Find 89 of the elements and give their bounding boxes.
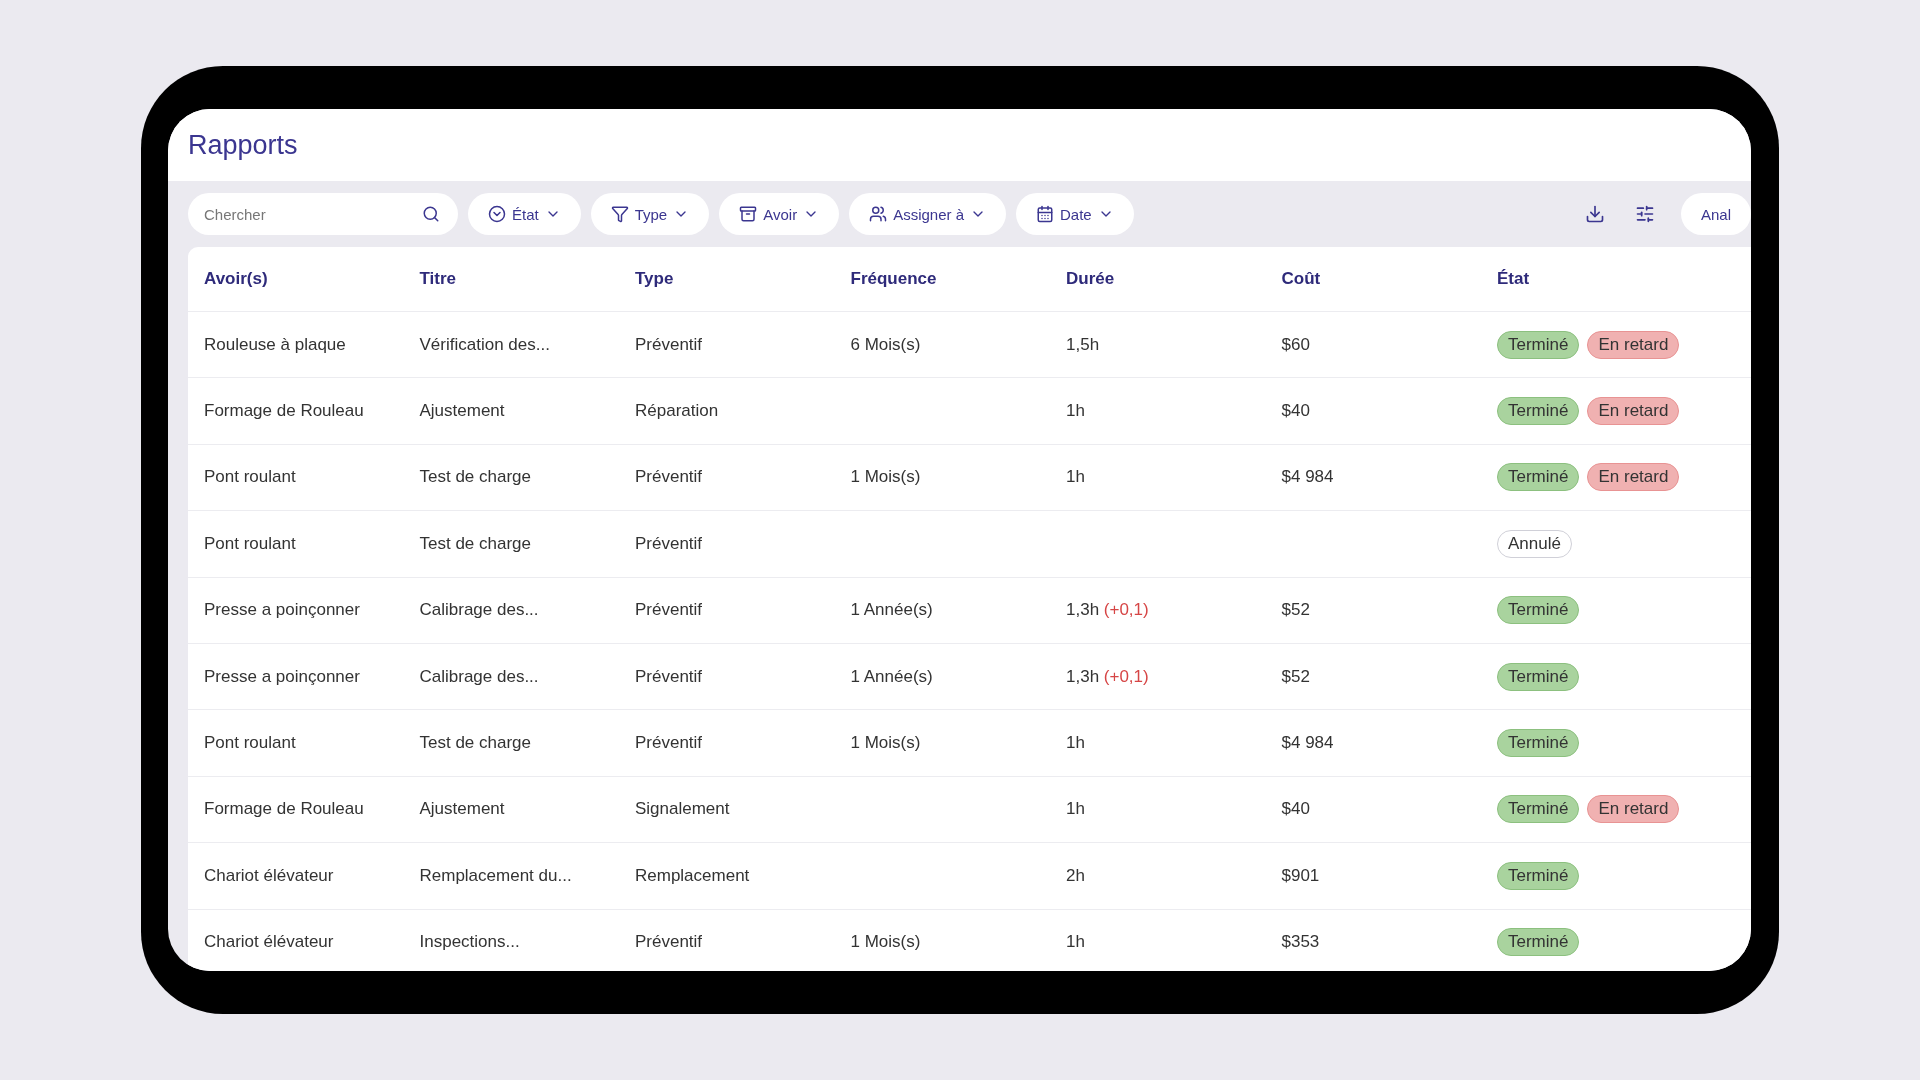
status-tag: Terminé bbox=[1497, 330, 1580, 359]
calendar-icon bbox=[1036, 205, 1054, 223]
circle-chevron-icon bbox=[488, 205, 506, 223]
column-header: Durée bbox=[1066, 269, 1116, 289]
table-cell-text: Test de charge bbox=[419, 467, 532, 488]
table-cell-text: 6 Mois(s) bbox=[850, 334, 922, 355]
status-tag: Terminé bbox=[1497, 861, 1580, 890]
column-header: Avoir(s) bbox=[204, 269, 269, 289]
table-cell-text: Chariot élévateur bbox=[204, 865, 335, 886]
table-cell-text: Presse a poinçonner bbox=[204, 666, 361, 687]
table-cell-text: 1h bbox=[1066, 799, 1086, 820]
table-cell-text: Inspections... bbox=[419, 932, 521, 953]
table-cell-text: Préventif bbox=[635, 600, 704, 621]
filter-icon bbox=[610, 205, 629, 223]
column-header: Titre bbox=[419, 269, 458, 289]
table-cell-text: $40 bbox=[1281, 799, 1311, 820]
table-cell-text: $60 bbox=[1281, 334, 1311, 355]
table-cell-text: Préventif bbox=[635, 733, 704, 754]
table-cell-text: 1 Mois(s) bbox=[850, 733, 922, 754]
table-cell-text: Préventif bbox=[635, 467, 704, 488]
table-cell-text: Test de charge bbox=[419, 733, 532, 754]
table-cell-text: Préventif bbox=[635, 932, 704, 953]
people-icon bbox=[869, 205, 888, 223]
status-tag: En retard bbox=[1587, 463, 1680, 492]
status-tag: Terminé bbox=[1497, 662, 1580, 691]
column-header: Type bbox=[635, 269, 675, 289]
status-tag: Terminé bbox=[1497, 795, 1580, 824]
table-cell-text: $4 984 bbox=[1281, 467, 1335, 488]
status-tag: En retard bbox=[1587, 330, 1680, 359]
table-cell-text: Presse a poinçonner bbox=[204, 600, 361, 621]
search-field[interactable]: Chercher bbox=[188, 193, 458, 235]
table-cell-text: Chariot élévateur bbox=[204, 932, 335, 953]
table-cell-text: Préventif bbox=[635, 334, 704, 355]
table-cell-text: 1h bbox=[1066, 733, 1086, 754]
table-cell-text: 1,3h (+0,1) bbox=[1066, 600, 1150, 621]
table-cell-text: Formage de Rouleau bbox=[204, 401, 365, 422]
column-header: Coût bbox=[1281, 269, 1322, 289]
table-cell-text: 1h bbox=[1066, 467, 1086, 488]
table-cell-text: Test de charge bbox=[419, 533, 532, 554]
table-cell-text: Réparation bbox=[635, 401, 720, 422]
table-cell-text: Pont roulant bbox=[204, 733, 297, 754]
table-cell-text: $901 bbox=[1281, 865, 1321, 886]
table-cell-text: Vérification des... bbox=[419, 334, 551, 355]
table-cell-text: $40 bbox=[1281, 401, 1311, 422]
table-cell-text: Ajustement bbox=[419, 401, 506, 422]
status-tag: Terminé bbox=[1497, 928, 1580, 957]
table-cell-text: 1,5h bbox=[1066, 334, 1101, 355]
status-tag: Annulé bbox=[1497, 529, 1572, 558]
table-cell-text: 1h bbox=[1066, 401, 1086, 422]
table-cell-text: Formage de Rouleau bbox=[204, 799, 365, 820]
table-cell-text: Préventif bbox=[635, 666, 704, 687]
table-cell-text: Remplacement bbox=[635, 865, 751, 886]
table-cell-text: Préventif bbox=[635, 533, 704, 554]
filter-dropdown[interactable]: Type bbox=[590, 193, 710, 235]
table-cell-text: $4 984 bbox=[1281, 733, 1335, 754]
filter-dropdown[interactable]: Assigner à bbox=[849, 193, 1006, 235]
table-cell-text: 1 Mois(s) bbox=[850, 932, 922, 953]
filter-dropdown[interactable]: Avoir bbox=[719, 193, 840, 235]
table-cell-text: 1 Année(s) bbox=[850, 600, 934, 621]
status-tag: Terminé bbox=[1497, 397, 1580, 426]
table-cell-text: Remplacement du... bbox=[419, 865, 573, 886]
archive-box-icon bbox=[739, 205, 758, 223]
table-cell-text: Pont roulant bbox=[204, 467, 297, 488]
column-header: État bbox=[1497, 269, 1531, 289]
table-cell-text: $353 bbox=[1281, 932, 1321, 953]
table-cell-text: 2h bbox=[1066, 865, 1086, 886]
table-cell-text: $52 bbox=[1281, 600, 1311, 621]
filter-dropdown[interactable]: Date bbox=[1016, 193, 1134, 235]
table-cell-text: Rouleuse à plaque bbox=[204, 334, 347, 355]
status-tag: Terminé bbox=[1497, 729, 1580, 758]
table-cell-text: Ajustement bbox=[419, 799, 506, 820]
table-cell-text: Signalement bbox=[635, 799, 731, 820]
table-cell-text: 1 Mois(s) bbox=[850, 467, 922, 488]
column-header: Fréquence bbox=[850, 269, 938, 289]
table-cell-text: Calibrage des... bbox=[419, 666, 540, 687]
table-cell-text: 1h bbox=[1066, 932, 1086, 953]
table-cell-text: 1,3h (+0,1) bbox=[1066, 666, 1150, 687]
analytics-button[interactable]: Anal bbox=[1680, 193, 1751, 235]
table-cell-text: Calibrage des... bbox=[419, 600, 540, 621]
status-tag: En retard bbox=[1587, 397, 1680, 426]
status-tag: Terminé bbox=[1497, 596, 1580, 625]
table-cell-text: $52 bbox=[1281, 666, 1311, 687]
page-title: Rapports bbox=[188, 129, 298, 161]
filter-dropdown[interactable]: État bbox=[468, 193, 581, 235]
status-tag: Terminé bbox=[1497, 463, 1580, 492]
search-icon bbox=[422, 205, 440, 223]
table-cell-text: 1 Année(s) bbox=[850, 666, 934, 687]
table-cell-text: Pont roulant bbox=[204, 533, 297, 554]
status-tag: En retard bbox=[1587, 795, 1680, 824]
